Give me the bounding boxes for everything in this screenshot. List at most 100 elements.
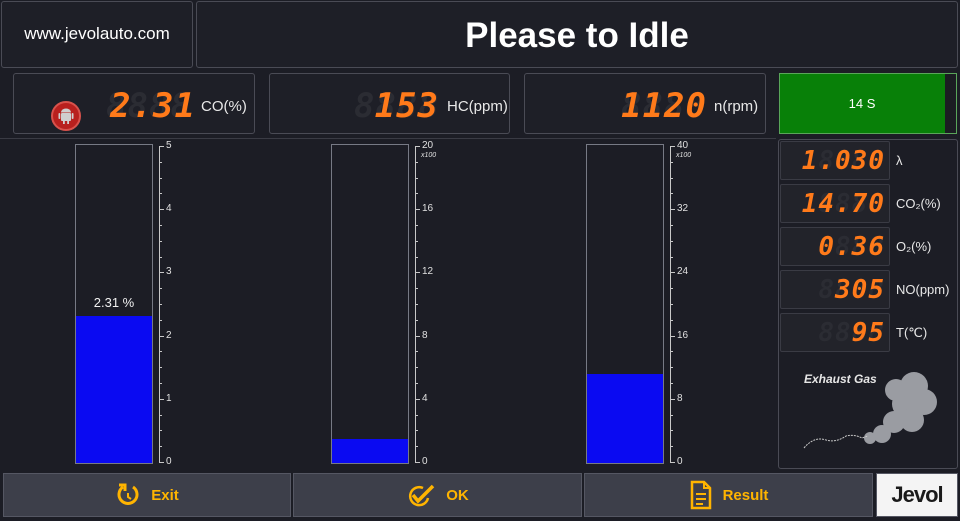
website-label: www.jevolauto.com (24, 24, 170, 43)
gauge-tick (159, 399, 164, 400)
gauge-tick (415, 336, 420, 337)
timer-end-marker (945, 74, 956, 133)
gauge-tick-label: 0 (166, 456, 172, 467)
gauge-tick (159, 383, 162, 384)
gauge-tick (415, 209, 420, 210)
side-readout-1: 8888 14.70 (780, 184, 890, 223)
gauge-tick (159, 367, 162, 368)
timer-box: 14 S (779, 73, 957, 134)
gauge-tick-label: 0 (677, 456, 683, 467)
gauge-tick (159, 146, 164, 147)
rpm-readout-panel: 8888 1120 n(rpm) (524, 73, 766, 134)
side-readout-3: 8888 305 (780, 270, 890, 309)
timer-label: 14 S (848, 96, 876, 111)
ok-label: OK (446, 486, 469, 504)
gauge-tick-label: 32 (677, 203, 689, 214)
gauge-multiplier-label: x100 (676, 152, 692, 159)
gauge-fill-rpm (587, 373, 663, 463)
gauge-tick (670, 225, 673, 226)
co-unit: CO(%) (201, 98, 247, 115)
website-panel: www.jevolauto.com (1, 1, 193, 68)
hc-readout-panel: 8888 153 HC(ppm) (269, 73, 510, 134)
gauge-tick (159, 430, 162, 431)
gauge-tick (670, 367, 673, 368)
side-readout-2: 8888 0.36 (780, 227, 890, 266)
gauge-bar-hc (331, 144, 409, 464)
gauge-bar-rpm (586, 144, 664, 464)
gauge-tick (415, 257, 418, 258)
gauge-tick (415, 272, 420, 273)
gauge-tick-label: 8 (677, 393, 683, 404)
gauge-tick (415, 193, 418, 194)
gauge-fill-co (76, 316, 152, 463)
gauge-tick (159, 178, 162, 179)
gauge-tick (415, 178, 418, 179)
gauge-tick-label: 4 (422, 393, 428, 404)
gauge-tick (415, 367, 418, 368)
co-value: 2.31 (110, 86, 196, 126)
gauge-tick (415, 162, 418, 163)
gauge-tick (415, 146, 420, 147)
side-readout-value: 305 (835, 275, 885, 305)
gauge-tick (670, 241, 673, 242)
gauge-tick (159, 304, 162, 305)
gauge-tick (670, 162, 673, 163)
gauge-tick (670, 383, 673, 384)
gauge-tick (159, 320, 162, 321)
side-readout-value: 1.030 (801, 146, 885, 176)
screen: www.jevolauto.com Please to Idle 8888 2.… (0, 0, 960, 521)
gauge-tick-label: 24 (677, 266, 689, 277)
brand-logo-text: Jevol (891, 482, 943, 507)
gauge-tick (670, 272, 675, 273)
checkmark-icon (409, 484, 435, 507)
side-readout-unit: λ (896, 153, 903, 168)
gauge-tick (159, 241, 162, 242)
gauge-tick (670, 399, 675, 400)
side-readout-4: 8888 95 (780, 313, 890, 352)
ok-button[interactable]: OK (293, 473, 582, 517)
gauge-tick (670, 146, 675, 147)
smoke-cloud-icon (803, 372, 937, 449)
gauge-tick (159, 336, 164, 337)
gauge-tick-label: 8 (422, 330, 428, 341)
gauge-tick (159, 257, 162, 258)
gauge-fill-hc (332, 438, 408, 463)
gauge-tick (670, 351, 673, 352)
side-readout-unit: NO(ppm) (896, 282, 950, 297)
gauge-tick (670, 178, 673, 179)
exit-icon (117, 483, 139, 505)
gauge-tick-label: 12 (422, 266, 434, 277)
exit-button[interactable]: Exit (3, 473, 291, 517)
result-button[interactable]: Result (584, 473, 873, 517)
gauge-tick (415, 399, 420, 400)
gauge-tick (159, 272, 164, 273)
co-readout-panel: 8888 2.31 CO(%) (13, 73, 255, 134)
gauge-tick-label: 16 (422, 203, 434, 214)
gauge-tick-label: 16 (677, 330, 689, 341)
gauge-tick (670, 209, 675, 210)
gauge-tick (159, 446, 162, 447)
gauge-multiplier-label: x100 (421, 152, 437, 159)
gauge-tick-label: 3 (166, 266, 172, 277)
gauge-tick (159, 225, 162, 226)
gauge-tick (415, 288, 418, 289)
gauge-tick (159, 415, 162, 416)
gauge-value-label-co: 2.31 % (93, 295, 135, 311)
side-readout-unit: CO₂(%) (896, 196, 941, 211)
android-icon[interactable] (51, 101, 81, 131)
hc-value: 153 (374, 86, 439, 126)
gauge-tick (670, 288, 673, 289)
gauge-tick-label: 2 (166, 330, 172, 341)
gauge-tick-label: 1 (166, 393, 172, 404)
gauge-tick (670, 193, 673, 194)
exhaust-gas-illustration: Exhaust Gas (786, 360, 952, 464)
result-label: Result (722, 486, 769, 504)
content-divider (0, 138, 776, 139)
hc-unit: HC(ppm) (447, 98, 508, 115)
gauge-tick (159, 288, 162, 289)
gauge-tick (159, 351, 162, 352)
gauge-tick (415, 351, 418, 352)
rpm-value: 1120 (621, 86, 707, 126)
gauge-tick (670, 304, 673, 305)
rpm-unit: n(rpm) (714, 98, 759, 115)
